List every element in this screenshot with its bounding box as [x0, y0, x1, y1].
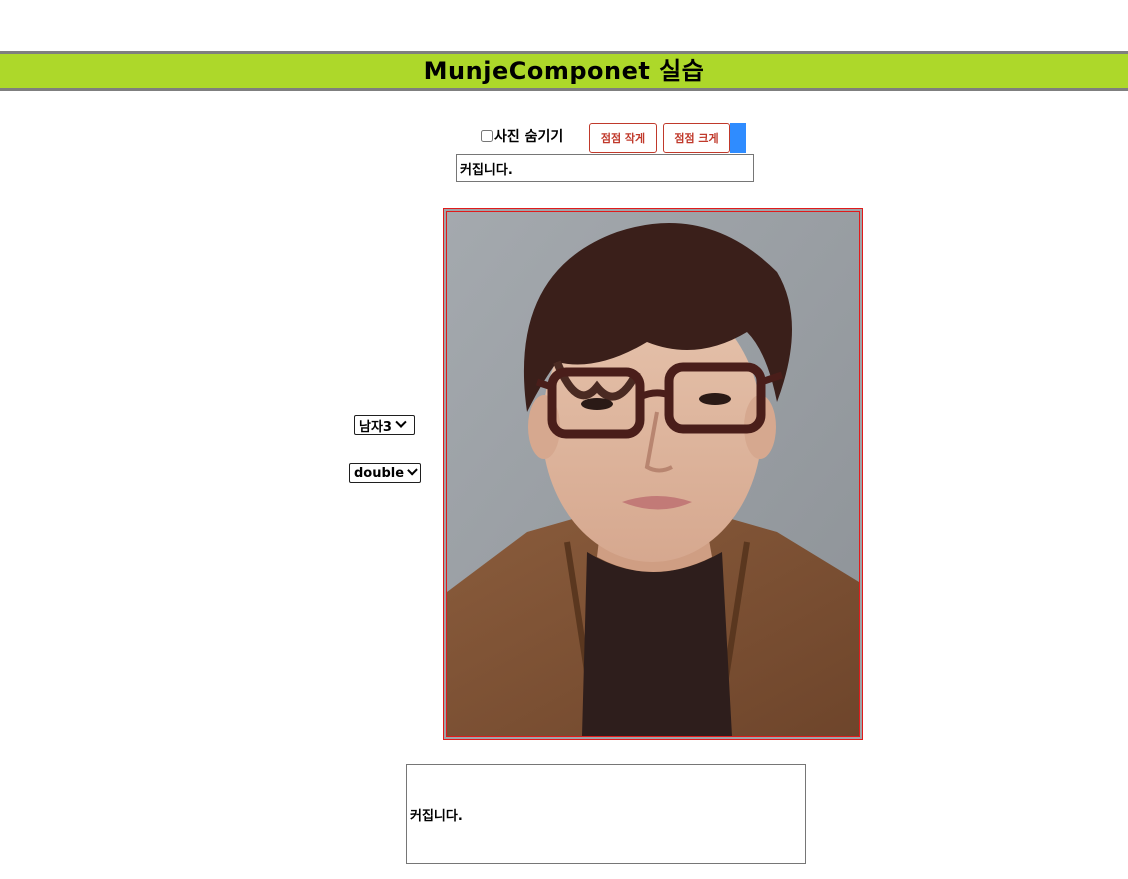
hide-photo-checkbox[interactable]: [481, 130, 493, 142]
grow-button[interactable]: 점점 크게: [663, 123, 730, 153]
person-photo: [443, 208, 863, 740]
hide-photo-label: 사진 숨기기: [494, 129, 564, 145]
message-input[interactable]: [456, 154, 754, 182]
person-photo-image: [447, 212, 859, 736]
shrink-button[interactable]: 점점 작게: [589, 123, 657, 153]
border-style-select[interactable]: double: [349, 463, 421, 483]
accent-button[interactable]: [730, 123, 746, 153]
page-title: MunjeComponet 실습: [0, 51, 1128, 91]
person-select[interactable]: 남자3: [354, 415, 415, 435]
chevron-down-icon: [395, 416, 407, 428]
hide-photo-toggle[interactable]: 사진 숨기기: [481, 127, 563, 145]
chevron-down-icon: [407, 464, 418, 476]
output-box: 커집니다.: [406, 764, 806, 864]
page: MunjeComponet 실습 사진 숨기기 점점 작게 점점 크게 남자3 …: [0, 0, 1128, 879]
output-text: 커집니다.: [410, 808, 463, 824]
person-select-value: 남자3: [359, 419, 392, 435]
border-style-select-value: double: [354, 465, 405, 481]
